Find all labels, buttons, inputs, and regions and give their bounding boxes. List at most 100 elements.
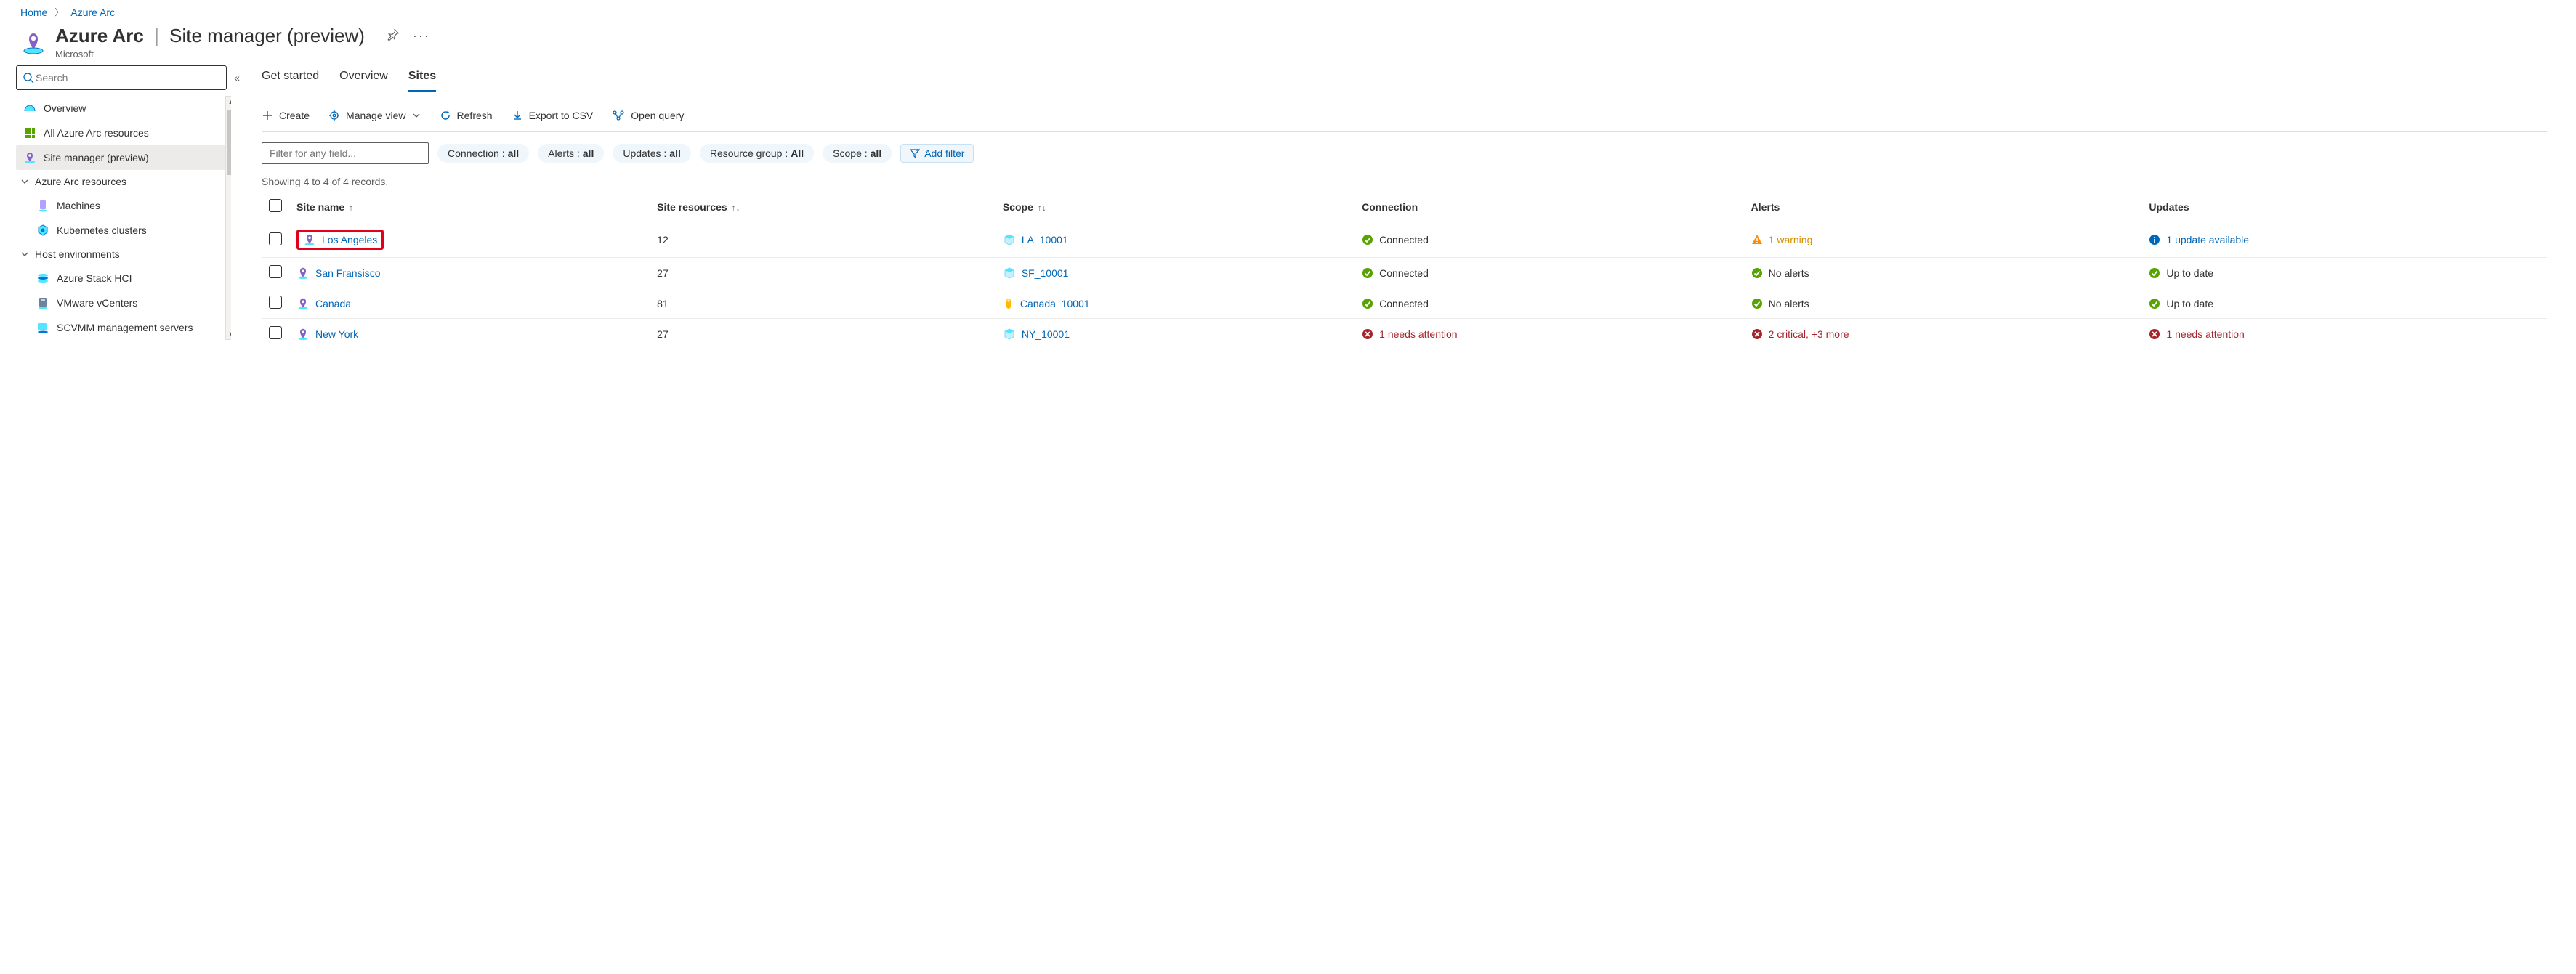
sidebar-search-input[interactable] bbox=[34, 71, 220, 84]
tab-overview[interactable]: Overview bbox=[339, 65, 388, 92]
filter-input[interactable] bbox=[262, 142, 429, 164]
tabs: Get started Overview Sites bbox=[262, 65, 2547, 92]
connection-status-icon bbox=[1362, 234, 1373, 245]
col-label: Connection bbox=[1362, 201, 1418, 213]
cell-site-name: San Fransisco bbox=[289, 258, 650, 288]
sidebar-item-vmware[interactable]: VMware vCenters bbox=[16, 291, 231, 315]
scope-link[interactable]: Canada_10001 bbox=[1020, 298, 1090, 309]
export-csv-button[interactable]: Export to CSV bbox=[512, 110, 594, 121]
row-checkbox[interactable] bbox=[269, 265, 282, 278]
refresh-icon bbox=[440, 110, 451, 121]
sidebar-item-kubernetes[interactable]: Kubernetes clusters bbox=[16, 218, 231, 243]
pill-value: all bbox=[508, 147, 520, 159]
chevron-right-icon: 〉 bbox=[54, 6, 63, 18]
add-filter-button[interactable]: Add filter bbox=[900, 144, 974, 163]
scrollbar-thumb[interactable] bbox=[227, 110, 235, 175]
sidebar-item-label: VMware vCenters bbox=[57, 297, 137, 309]
connection-text: Connected bbox=[1379, 298, 1429, 309]
more-icon[interactable]: ··· bbox=[413, 28, 430, 44]
site-name-link[interactable]: Canada bbox=[315, 298, 351, 309]
pill-key: Connection : bbox=[448, 147, 505, 159]
manage-view-button[interactable]: Manage view bbox=[328, 110, 421, 121]
select-all-checkbox[interactable] bbox=[269, 199, 282, 212]
col-connection[interactable]: Connection bbox=[1354, 192, 1744, 222]
sidebar-search[interactable] bbox=[16, 65, 227, 90]
toolbar-label: Manage view bbox=[346, 110, 406, 121]
cell-alerts: No alerts bbox=[1744, 288, 2142, 319]
scroll-down-icon[interactable]: ▼ bbox=[226, 329, 236, 339]
sidebar-item-site-manager[interactable]: Site manager (preview) bbox=[16, 145, 231, 170]
row-checkbox[interactable] bbox=[269, 232, 282, 245]
filter-pill-alerts[interactable]: Alerts : all bbox=[538, 144, 604, 163]
scope-link[interactable]: SF_10001 bbox=[1022, 267, 1069, 279]
scvmm-icon bbox=[36, 321, 49, 334]
sidebar-item-overview[interactable]: Overview bbox=[16, 96, 231, 121]
connection-text: Connected bbox=[1379, 267, 1429, 279]
create-button[interactable]: Create bbox=[262, 110, 310, 121]
scope-link[interactable]: NY_10001 bbox=[1022, 328, 1070, 340]
row-checkbox[interactable] bbox=[269, 326, 282, 339]
scope-icon bbox=[1003, 233, 1016, 246]
sidebar-item-machines[interactable]: Machines bbox=[16, 193, 231, 218]
col-site-resources[interactable]: Site resources↑↓ bbox=[650, 192, 996, 222]
sidebar-item-all-resources[interactable]: All Azure Arc resources bbox=[16, 121, 231, 145]
cell-site-resources: 27 bbox=[650, 319, 996, 349]
scroll-up-icon[interactable]: ▲ bbox=[226, 97, 236, 107]
sidebar-item-label: Kubernetes clusters bbox=[57, 224, 147, 236]
sidebar-group-arc-resources[interactable]: Azure Arc resources bbox=[16, 170, 231, 193]
connection-text: Connected bbox=[1379, 234, 1429, 245]
connection-status-icon bbox=[1362, 267, 1373, 279]
updates-text: Up to date bbox=[2166, 267, 2213, 279]
collapse-sidebar-icon[interactable]: « bbox=[234, 72, 240, 84]
cell-alerts: 2 critical, +3 more bbox=[1744, 319, 2142, 349]
query-icon bbox=[612, 110, 625, 121]
breadcrumb-current[interactable]: Azure Arc bbox=[70, 7, 115, 18]
updates-link[interactable]: 1 update available bbox=[2166, 234, 2249, 245]
row-checkbox[interactable] bbox=[269, 296, 282, 309]
alerts-status-icon bbox=[1751, 267, 1763, 279]
col-updates[interactable]: Updates bbox=[2141, 192, 2547, 222]
col-site-name[interactable]: Site name↑ bbox=[289, 192, 650, 222]
gear-icon bbox=[328, 110, 340, 121]
sidebar-item-scvmm[interactable]: SCVMM management servers bbox=[16, 315, 231, 340]
site-name-link[interactable]: New York bbox=[315, 328, 358, 340]
sidebar-scrollbar[interactable]: ▲ ▼ bbox=[225, 96, 235, 340]
filter-pill-resource-group[interactable]: Resource group : All bbox=[700, 144, 814, 163]
site-name-link[interactable]: San Fransisco bbox=[315, 267, 380, 279]
pin-icon[interactable] bbox=[387, 28, 400, 44]
page-title: Azure Arc bbox=[55, 25, 144, 47]
filter-pill-connection[interactable]: Connection : all bbox=[437, 144, 529, 163]
filter-pill-updates[interactable]: Updates : all bbox=[613, 144, 691, 163]
cell-site-name: New York bbox=[289, 319, 650, 349]
connection-link[interactable]: 1 needs attention bbox=[1379, 328, 1457, 340]
table-row: Canada 81 Canada_10001 Connected No aler… bbox=[262, 288, 2547, 319]
updates-link[interactable]: 1 needs attention bbox=[2166, 328, 2244, 340]
alerts-link[interactable]: 2 critical, +3 more bbox=[1769, 328, 1849, 340]
tab-sites[interactable]: Sites bbox=[408, 65, 436, 92]
tab-get-started[interactable]: Get started bbox=[262, 65, 319, 92]
col-alerts[interactable]: Alerts bbox=[1744, 192, 2142, 222]
updates-text: Up to date bbox=[2166, 298, 2213, 309]
sidebar: « Overview All Azure Arc resources Site … bbox=[0, 65, 240, 349]
sidebar-item-label: Overview bbox=[44, 102, 86, 114]
col-scope[interactable]: Scope↑↓ bbox=[996, 192, 1354, 222]
open-query-button[interactable]: Open query bbox=[612, 110, 684, 121]
cell-site-resources: 12 bbox=[650, 222, 996, 258]
sidebar-group-host-env[interactable]: Host environments bbox=[16, 243, 231, 266]
sidebar-item-label: Site manager (preview) bbox=[44, 152, 149, 163]
site-pin-icon bbox=[296, 297, 310, 310]
publisher-label: Microsoft bbox=[55, 49, 430, 60]
vmware-icon bbox=[36, 296, 49, 309]
alerts-link[interactable]: 1 warning bbox=[1769, 234, 1813, 245]
scope-icon bbox=[1003, 267, 1016, 280]
site-name-link[interactable]: Los Angeles bbox=[322, 234, 377, 245]
updates-status-icon bbox=[2149, 267, 2160, 279]
scope-link[interactable]: LA_10001 bbox=[1022, 234, 1068, 245]
alerts-status-icon bbox=[1751, 234, 1763, 245]
server-icon bbox=[36, 199, 49, 212]
refresh-button[interactable]: Refresh bbox=[440, 110, 493, 121]
breadcrumb-home[interactable]: Home bbox=[20, 7, 47, 18]
filter-pill-scope[interactable]: Scope : all bbox=[823, 144, 892, 163]
site-pin-icon bbox=[296, 328, 310, 341]
sidebar-item-stack-hci[interactable]: Azure Stack HCI bbox=[16, 266, 231, 291]
